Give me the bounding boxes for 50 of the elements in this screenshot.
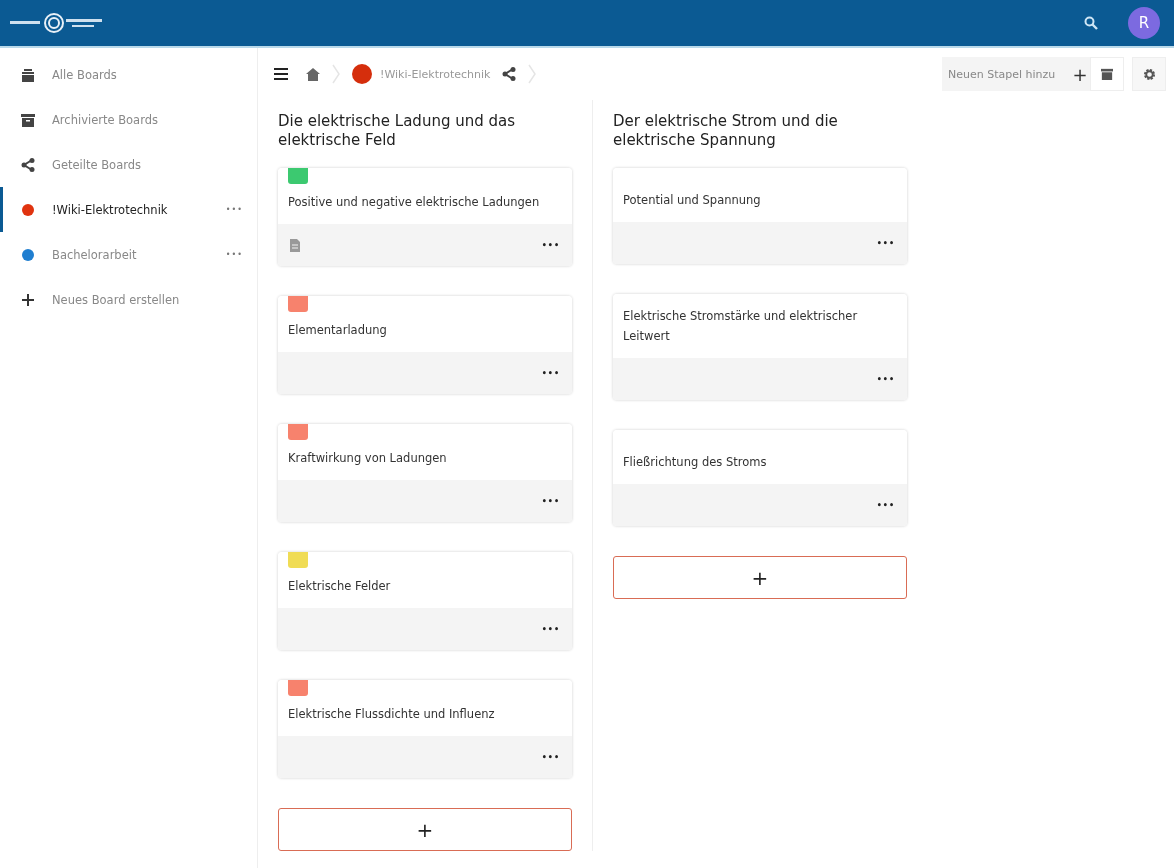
card-menu[interactable]: ••• xyxy=(541,624,560,634)
sidebar-label: Archivierte Boards xyxy=(52,112,159,127)
share-icon[interactable] xyxy=(502,67,517,81)
sidebar-label: Geteilte Boards xyxy=(52,157,142,172)
card-menu[interactable]: ••• xyxy=(876,238,895,248)
card-title: Elektrische Felder xyxy=(288,578,392,595)
settings-button[interactable] xyxy=(1132,57,1166,91)
gear-icon xyxy=(1142,67,1156,81)
sidebar-label: !Wiki-Elektrotechnik xyxy=(52,202,169,217)
archive-icon xyxy=(21,112,35,127)
share-icon xyxy=(21,157,35,172)
sidebar-item[interactable]: Alle Boards xyxy=(0,52,257,97)
card-menu[interactable]: ••• xyxy=(876,374,895,384)
card-title: Elektrische Flussdichte und Influenz xyxy=(288,706,496,723)
card-title: Positive und negative elektrische Ladungen xyxy=(288,194,541,211)
chevron-icon xyxy=(528,64,537,84)
sidebar-label: Neues Board erstellen xyxy=(52,292,181,307)
card-title: Elementarladung xyxy=(288,322,388,339)
new-stack-field[interactable]: Neuen Stapel hinzu xyxy=(942,57,1066,91)
more-menu[interactable]: ••• xyxy=(225,250,243,259)
add-card-button[interactable]: + xyxy=(278,808,572,851)
card-menu[interactable]: ••• xyxy=(541,752,560,762)
archive-button[interactable] xyxy=(1090,57,1124,91)
chevron-icon xyxy=(332,64,340,84)
sidebar-item[interactable]: Bachelorarbeit ••• xyxy=(0,232,257,277)
home-icon[interactable] xyxy=(306,67,320,81)
card-menu[interactable]: ••• xyxy=(541,496,560,506)
sidebar-item[interactable]: Geteilte Boards xyxy=(0,142,257,187)
search-icon[interactable] xyxy=(1084,16,1098,30)
card-menu[interactable]: ••• xyxy=(876,500,895,510)
sidebar-label: Bachelorarbeit xyxy=(52,247,138,262)
plus-icon xyxy=(22,293,34,306)
stack-title: Der elektrische Strom und die elektrische Spannung xyxy=(613,111,839,151)
sidebar-item[interactable]: Neues Board erstellen xyxy=(0,277,257,322)
card-title: Kraftwirkung von Ladungen xyxy=(288,450,448,467)
menu-icon[interactable] xyxy=(274,68,288,80)
add-card-button[interactable]: + xyxy=(613,556,907,599)
sidebar-label: Alle Boards xyxy=(52,67,118,82)
card-title: Elektrische Stromstärke und elektrischer Leitwert xyxy=(623,308,859,345)
sidebar-item[interactable]: Archivierte Boards xyxy=(0,97,257,142)
card-title: Fließrichtung des Stroms xyxy=(623,454,768,471)
more-menu[interactable]: ••• xyxy=(225,205,243,214)
stack-title: Die elektrische Ladung und das elektrische Feld xyxy=(278,111,516,151)
sidebar-item[interactable]: !Wiki-Elektrotechnik ••• xyxy=(0,187,257,232)
stack-icon xyxy=(21,67,35,82)
card-menu[interactable]: ••• xyxy=(541,368,560,378)
card-menu[interactable]: ••• xyxy=(541,240,560,250)
user-avatar[interactable]: R xyxy=(1128,7,1160,39)
card-title: Potential und Spannung xyxy=(623,192,762,209)
archive-icon xyxy=(1101,68,1113,80)
